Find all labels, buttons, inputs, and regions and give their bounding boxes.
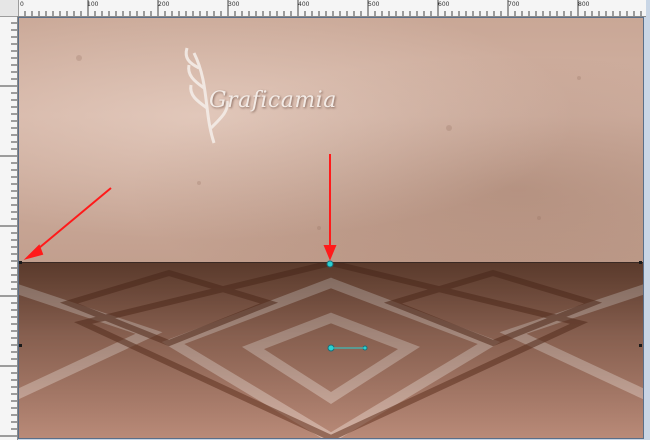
- handle-top: [326, 260, 334, 268]
- arrow-center-head: [323, 245, 337, 261]
- ruler-horizontal-ticks: [18, 0, 642, 16]
- annotation-overlay: [19, 154, 642, 352]
- ruler-label: 600: [438, 1, 450, 8]
- image-window: 0 100 200 300 400 500 600 700 800 Grafic…: [0, 0, 650, 440]
- ruler-label: 300: [228, 1, 240, 8]
- ruler-horizontal[interactable]: 0 100 200 300 400 500 600 700 800: [18, 0, 646, 17]
- ruler-label: 400: [298, 1, 310, 8]
- ruler-vertical-ticks: [0, 16, 17, 437]
- arrow-left-line: [32, 187, 112, 254]
- ruler-vertical[interactable]: [0, 16, 18, 440]
- ruler-corner: [0, 0, 19, 17]
- arrow-left-head: [23, 244, 44, 260]
- image-canvas[interactable]: Graficamia: [18, 17, 644, 439]
- ruler-label: 700: [508, 1, 520, 8]
- ruler-label: 800: [578, 1, 590, 8]
- ruler-label: 500: [368, 1, 380, 8]
- ruler-label: 200: [158, 1, 170, 8]
- ruler-label: 100: [87, 1, 99, 8]
- ruler-label: 0: [20, 1, 24, 8]
